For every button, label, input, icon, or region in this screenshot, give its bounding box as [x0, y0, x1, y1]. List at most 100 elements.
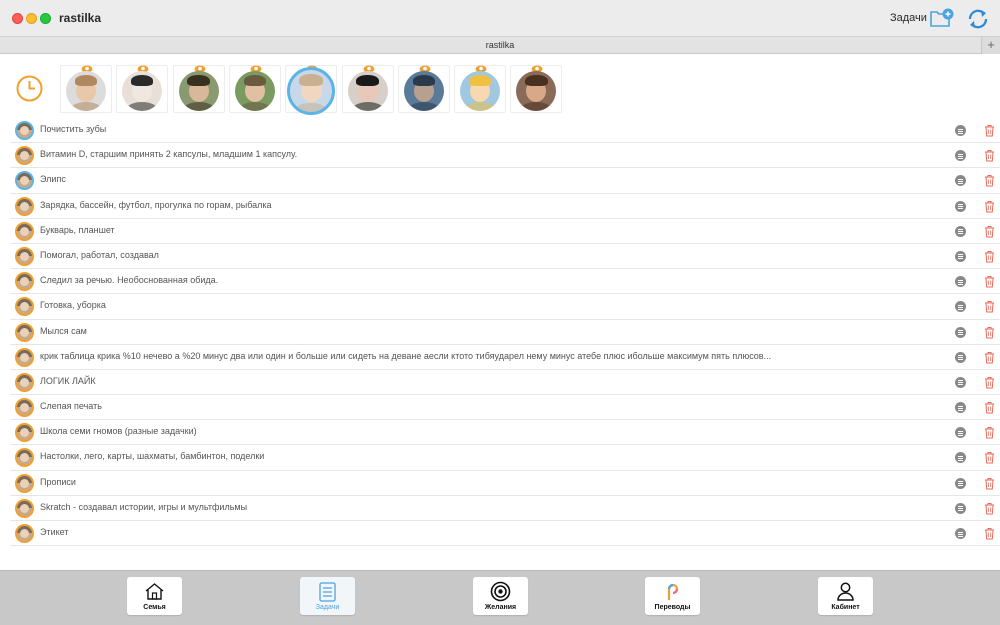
task-menu-icon[interactable]	[955, 250, 966, 262]
task-row[interactable]: крик таблица крика %10 нечево а %20 мину…	[10, 345, 1000, 370]
task-menu-icon[interactable]	[955, 150, 966, 162]
trash-icon[interactable]	[984, 426, 995, 439]
task-title: Почистить зубы	[40, 124, 107, 134]
task-row[interactable]: Следил за речью. Необоснованная обида.	[10, 269, 1000, 295]
avatar-strip	[0, 55, 1000, 120]
task-row[interactable]: Школа семи гномов (разные задачки)	[10, 420, 1000, 446]
task-assignee-avatar	[15, 473, 34, 493]
zoom-window-button[interactable]	[40, 13, 51, 24]
tab-family[interactable]: Семья	[127, 577, 182, 615]
tab-rastilka[interactable]: rastilka	[0, 40, 1000, 50]
trash-icon[interactable]	[984, 502, 995, 515]
task-menu-icon[interactable]	[955, 376, 966, 388]
target-icon	[490, 581, 511, 602]
task-menu-icon[interactable]	[955, 200, 966, 212]
minimize-window-button[interactable]	[26, 13, 37, 24]
task-row[interactable]: Витамин D, старшим принять 2 капсулы, мл…	[10, 143, 1000, 169]
task-menu-icon[interactable]	[955, 326, 966, 338]
trash-icon[interactable]	[984, 149, 995, 162]
trash-icon[interactable]	[984, 477, 995, 490]
task-menu-icon[interactable]	[955, 528, 966, 539]
trash-icon[interactable]	[984, 250, 995, 263]
tab-cabinet[interactable]: Кабинет	[818, 577, 873, 615]
add-folder-button[interactable]	[929, 7, 955, 29]
avatar-7[interactable]	[397, 65, 450, 113]
task-menu-icon[interactable]	[955, 427, 966, 439]
tab-wishes[interactable]: Желания	[473, 577, 528, 615]
task-assignee-avatar	[15, 121, 34, 140]
task-row[interactable]: ЛОГИК ЛАЙК	[10, 370, 1000, 396]
avatar-photo	[347, 71, 388, 111]
task-menu-icon[interactable]	[955, 225, 966, 237]
task-row[interactable]: Прописи	[10, 471, 1000, 496]
trash-icon[interactable]	[984, 527, 995, 540]
task-title: Мылся сам	[40, 325, 87, 336]
task-assignee-avatar	[15, 398, 34, 418]
tab-transfers[interactable]: Переводы	[645, 577, 700, 615]
task-menu-icon[interactable]	[955, 452, 966, 464]
trash-icon[interactable]	[984, 451, 995, 464]
history-button[interactable]	[15, 74, 44, 103]
task-title: Школа семи гномов (разные задачки)	[40, 426, 197, 437]
house-icon	[145, 583, 164, 600]
task-row[interactable]: Букварь, планшет	[10, 219, 1000, 244]
task-menu-icon[interactable]	[955, 125, 966, 136]
avatar-1[interactable]	[60, 65, 112, 113]
trash-icon[interactable]	[984, 124, 995, 137]
trash-icon[interactable]	[984, 225, 995, 238]
avatar-8[interactable]	[454, 65, 507, 113]
window-title: rastilka	[59, 11, 102, 25]
task-row[interactable]: Слепая печать	[10, 395, 1000, 421]
task-row[interactable]: Skratch - создавал истории, игры и мульт…	[10, 496, 1000, 521]
task-title: Следил за речью. Необоснованная обида.	[40, 275, 219, 286]
task-title: крик таблица крика %10 нечево а %20 мину…	[40, 350, 772, 361]
task-title: Элипс	[40, 174, 66, 185]
avatar-2[interactable]	[116, 65, 169, 113]
task-menu-icon[interactable]	[955, 351, 966, 363]
task-row[interactable]: Элипс	[10, 168, 1000, 194]
task-title: Skratch - создавал истории, игры и мульт…	[40, 501, 248, 512]
task-assignee-avatar	[15, 146, 34, 166]
trash-icon[interactable]	[984, 275, 995, 288]
sync-button[interactable]	[965, 6, 991, 32]
task-assignee-avatar	[15, 498, 34, 518]
task-row[interactable]: Готовка, уборка	[10, 294, 1000, 320]
task-title: Зарядка, бассейн, футбол, прогулка по го…	[40, 199, 272, 210]
folder-plus-icon	[930, 8, 954, 27]
avatar-4[interactable]	[228, 65, 281, 113]
task-row[interactable]: Мылся сам	[10, 320, 1000, 345]
trash-icon[interactable]	[984, 300, 995, 313]
task-menu-icon[interactable]	[955, 276, 966, 288]
close-window-button[interactable]	[12, 13, 23, 24]
task-row[interactable]: Зарядка, бассейн, футбол, прогулка по го…	[10, 194, 1000, 219]
task-assignee-avatar	[15, 272, 34, 292]
avatar-9[interactable]	[510, 65, 563, 113]
avatar-photo	[516, 71, 557, 111]
task-menu-icon[interactable]	[955, 477, 966, 489]
sync-icon	[968, 9, 988, 29]
task-menu-icon[interactable]	[955, 502, 966, 514]
tab-tasks[interactable]: Задачи	[300, 577, 355, 615]
task-menu-icon[interactable]	[955, 402, 966, 414]
tasks-label: Задачи	[890, 12, 927, 24]
trash-icon[interactable]	[984, 200, 995, 213]
avatar-5[interactable]	[285, 65, 338, 115]
task-title: Настолки, лего, карты, шахматы, бамбинто…	[40, 451, 265, 462]
avatar-6[interactable]	[341, 65, 394, 113]
task-row[interactable]: Почистить зубы	[10, 118, 1000, 144]
trash-icon[interactable]	[984, 326, 995, 339]
new-tab-button[interactable]: +	[981, 37, 1000, 54]
task-menu-icon[interactable]	[955, 301, 966, 313]
task-row[interactable]: Настолки, лего, карты, шахматы, бамбинто…	[10, 445, 1000, 471]
avatar-3[interactable]	[172, 65, 225, 113]
task-menu-icon[interactable]	[955, 175, 966, 187]
trash-icon[interactable]	[984, 376, 995, 389]
tab-transfers-label: Переводы	[654, 604, 691, 611]
trash-icon[interactable]	[984, 351, 995, 364]
task-row[interactable]: Этикет	[10, 521, 1000, 547]
task-row[interactable]: Помогал, работал, создавал	[10, 244, 1000, 270]
task-assignee-avatar	[15, 347, 34, 367]
trash-icon[interactable]	[984, 401, 995, 414]
trash-icon[interactable]	[984, 174, 995, 187]
person-icon	[837, 582, 854, 601]
